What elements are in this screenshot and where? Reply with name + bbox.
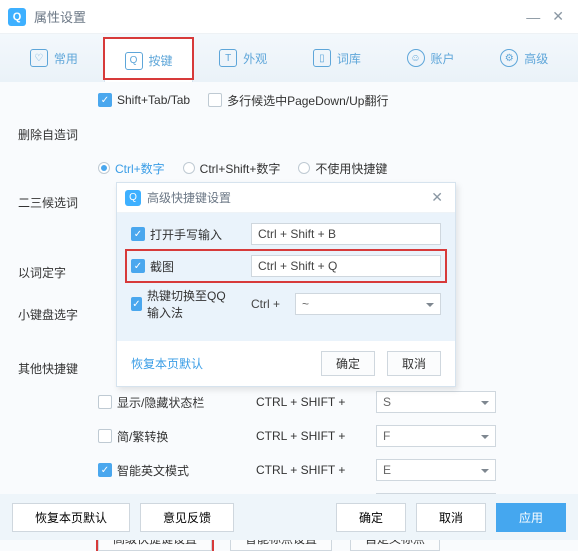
input-screenshot-shortcut[interactable]: [251, 255, 441, 277]
apply-button[interactable]: 应用: [496, 503, 566, 532]
select-value: ~: [302, 297, 309, 311]
modal-ok-button[interactable]: 确定: [321, 351, 375, 376]
shortcut-prefix: CTRL + SHIFT +: [256, 429, 376, 443]
feedback-button[interactable]: 意见反馈: [140, 503, 234, 532]
checkbox-multi-page[interactable]: 多行候选中PageDown/Up翻行: [208, 92, 388, 109]
book-icon: ▯: [313, 49, 331, 67]
tab-waiguan[interactable]: T 外观: [199, 34, 287, 82]
app-logo: Q: [8, 8, 26, 26]
select-switch-key[interactable]: ~: [295, 293, 441, 315]
cancel-button[interactable]: 取消: [416, 503, 486, 532]
radio-ctrl-num[interactable]: Ctrl+数字: [98, 160, 165, 177]
advanced-shortcut-modal: Q 高级快捷键设置 ✕ ✓打开手写输入 ✓截图 ✓热键切换至QQ输入法 Ctrl…: [116, 182, 456, 387]
shirt-icon: T: [219, 49, 237, 67]
radio-label: 不使用快捷键: [315, 160, 387, 177]
shortcut-prefix: CTRL + SHIFT +: [256, 395, 376, 409]
checkbox-screenshot[interactable]: ✓截图: [131, 258, 174, 275]
modal-close-button[interactable]: ✕: [427, 189, 447, 206]
tab-anjian[interactable]: Q 按键: [104, 38, 194, 82]
checkbox-label: 打开手写输入: [150, 226, 222, 243]
tab-changyong[interactable]: ♡ 常用: [10, 34, 98, 82]
user-icon: ☺: [407, 49, 425, 67]
label-delete-custom: 删除自造词: [18, 126, 98, 143]
tab-label: 按键: [149, 52, 173, 69]
checkbox-shift-tab[interactable]: ✓Shift+Tab/Tab: [98, 93, 190, 107]
radio-label: Ctrl+Shift+数字: [200, 160, 281, 177]
tab-label: 高级: [524, 50, 548, 67]
select-shortcut-e[interactable]: E: [376, 459, 496, 481]
window-title: 属性设置: [34, 7, 520, 26]
tab-label: 常用: [54, 50, 78, 67]
select-shortcut-s[interactable]: S: [376, 391, 496, 413]
checkbox-handwrite[interactable]: ✓打开手写输入: [131, 226, 222, 243]
radio-label: Ctrl+数字: [115, 160, 165, 177]
checkbox-show-status[interactable]: 显示/隐藏状态栏: [98, 394, 238, 411]
input-handwrite-shortcut[interactable]: [251, 223, 441, 245]
checkbox-label: 显示/隐藏状态栏: [117, 394, 204, 411]
shortcut-prefix: CTRL + SHIFT +: [256, 463, 376, 477]
modal-title: 高级快捷键设置: [147, 189, 427, 206]
modal-restore-link[interactable]: 恢复本页默认: [131, 355, 203, 372]
minimize-button[interactable]: —: [520, 5, 546, 29]
select-shortcut-f[interactable]: F: [376, 425, 496, 447]
tab-ciku[interactable]: ▯ 词库: [293, 34, 381, 82]
ok-button[interactable]: 确定: [336, 503, 406, 532]
modal-logo: Q: [125, 190, 141, 206]
close-button[interactable]: ✕: [546, 4, 570, 29]
checkbox-label: Shift+Tab/Tab: [117, 93, 190, 107]
checkbox-zhineng[interactable]: ✓智能英文模式: [98, 462, 238, 479]
label-xjp: 小键盘选字: [18, 306, 98, 323]
label-ersan: 二三候选词: [18, 194, 98, 211]
checkbox-label: 简/繁转换: [117, 428, 168, 445]
checkbox-switch-qq[interactable]: ✓热键切换至QQ输入法: [131, 287, 233, 321]
heart-icon: ♡: [30, 49, 48, 67]
select-value: E: [383, 463, 391, 477]
checkbox-label: 热键切换至QQ输入法: [147, 287, 233, 321]
gear-icon: ⚙: [500, 49, 518, 67]
radio-no-shortcut[interactable]: 不使用快捷键: [298, 160, 387, 177]
tab-gaoji[interactable]: ⚙ 高级: [480, 34, 568, 82]
restore-defaults-button[interactable]: 恢复本页默认: [12, 503, 130, 532]
select-value: S: [383, 395, 391, 409]
tab-label: 外观: [243, 50, 267, 67]
label-qita: 其他快捷键: [18, 360, 98, 377]
checkbox-label: 智能英文模式: [117, 462, 189, 479]
tab-zhanghu[interactable]: ☺ 账户: [387, 34, 475, 82]
tab-label: 账户: [431, 50, 455, 67]
select-value: F: [383, 429, 390, 443]
radio-ctrl-shift-num[interactable]: Ctrl+Shift+数字: [183, 160, 281, 177]
label-yici: 以词定字: [18, 264, 98, 281]
checkbox-jianfan[interactable]: 简/繁转换: [98, 428, 238, 445]
checkbox-label: 多行候选中PageDown/Up翻行: [227, 92, 388, 109]
modal-cancel-button[interactable]: 取消: [387, 351, 441, 376]
ctrl-plus-label: Ctrl +: [251, 297, 295, 311]
tab-label: 词库: [337, 50, 361, 67]
checkbox-label: 截图: [150, 258, 174, 275]
key-icon: Q: [125, 52, 143, 70]
